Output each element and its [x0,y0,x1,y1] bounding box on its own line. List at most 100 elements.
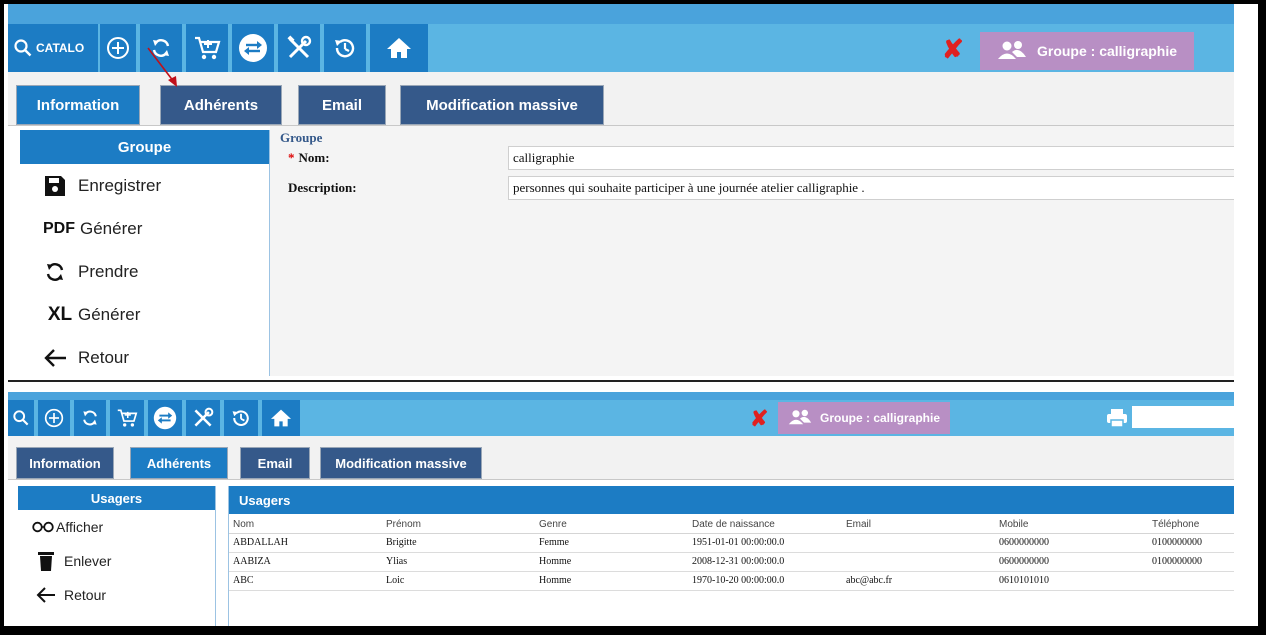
column-header-email[interactable]: Email [842,516,995,534]
table-row[interactable]: ABDALLAH Brigitte Femme 1951-01-01 00:00… [229,533,1234,553]
cell-prenom: Brigitte [382,533,535,553]
tab-adherents[interactable]: Adhérents [160,85,282,125]
sidebar-header: Usagers [18,486,215,510]
tab-adherents[interactable]: Adhérents [130,447,228,479]
annotation-arrow [147,47,177,87]
cell-mobile: 0600000000 [995,533,1148,553]
sidebar-item-enregistrer[interactable]: Enregistrer [20,164,269,207]
search-button[interactable] [8,400,36,436]
sidebar-item-label: Retour [78,347,130,367]
cell-telephone [1148,571,1234,591]
column-header-prenom[interactable]: Prénom [382,516,535,534]
back-arrow-icon [42,348,68,368]
catalog-search-button[interactable]: CATALO [8,24,100,72]
save-icon [42,174,68,198]
tab-information[interactable]: Information [16,85,140,125]
description-input[interactable]: personnes qui souhaite participer à une … [508,176,1234,200]
usagers-panel: Usagers Nom Prénom Genre Date de naissan… [228,486,1234,626]
tools-button[interactable] [278,24,322,72]
home-button[interactable] [262,400,302,436]
tools-button[interactable] [186,400,222,436]
back-arrow-icon [36,587,56,603]
sidebar-item-label: Générer [80,218,143,238]
close-group-icon[interactable]: ✘ [942,34,964,65]
refresh-button[interactable] [74,400,108,436]
cell-date-naissance: 1951-01-01 00:00:00.0 [688,533,842,553]
home-icon [270,408,292,428]
usagers-title: Usagers [229,486,1234,514]
sidebar-item-prendre[interactable]: Prendre [20,250,269,293]
history-icon [230,407,252,429]
sidebar-item-xl-generer[interactable]: XL Générer [20,293,269,336]
cell-email: abc@abc.fr [842,571,995,591]
sidebar-item-retour[interactable]: Retour [18,578,215,612]
close-group-icon[interactable]: ✘ [750,406,768,432]
users-icon [997,40,1027,63]
form-group-title: Groupe [280,130,323,145]
column-header-date-naissance[interactable]: Date de naissance [688,516,842,534]
toolbar: CATALO ✘ Groupe: calligraphie [8,24,1234,72]
column-header-nom[interactable]: Nom [229,516,382,534]
tab-email[interactable]: Email [240,447,310,479]
cell-date-naissance: 2008-12-31 00:00:00.0 [688,552,842,572]
separator-line [8,380,1234,382]
sidebar-item-enlever[interactable]: Enlever [18,544,215,578]
add-button[interactable] [38,400,72,436]
cart-button[interactable] [186,24,230,72]
cell-nom: ABDALLAH [229,533,382,553]
tab-modification-massive[interactable]: Modification massive [320,447,482,479]
cell-date-naissance: 1970-10-20 00:00:00.0 [688,571,842,591]
history-button[interactable] [324,24,368,72]
tab-information[interactable]: Information [16,447,114,479]
table-row[interactable]: ABC Loic Homme 1970-10-20 00:00:00.0 abc… [229,571,1234,591]
usagers-table: Nom Prénom Genre Date de naissance Email… [229,516,1234,591]
refresh-icon [80,408,100,428]
sidebar-header: Groupe [20,130,269,164]
sidebar-item-retour[interactable]: Retour [20,336,269,376]
group-badge: Groupe : calligraphie [980,32,1194,70]
tab-email[interactable]: Email [298,85,386,125]
swap-button[interactable] [232,24,276,72]
printer-icon[interactable] [1106,408,1128,433]
nom-label: * Nom: [288,150,330,165]
cell-nom: AABIZA [229,552,382,572]
group-badge: Groupe : calligraphie [778,402,950,434]
sidebar-item-pdf-generer[interactable]: PDF Générer [20,207,269,250]
column-header-genre[interactable]: Genre [535,516,688,534]
cart-icon [116,408,138,428]
excel-icon: XL [47,303,73,325]
history-button[interactable] [224,400,260,436]
cell-telephone: 0100000000 [1148,552,1234,572]
top-strip [8,392,1234,400]
sidebar-item-afficher[interactable]: Afficher [18,510,215,544]
cell-telephone: 0100000000 [1148,533,1234,553]
table-row[interactable]: AABIZA Ylias Homme 2008-12-31 00:00:00.0… [229,552,1234,572]
add-button[interactable] [100,24,138,72]
table-header-row: Nom Prénom Genre Date de naissance Email… [229,516,1234,534]
cell-genre: Homme [535,571,688,591]
group-badge-label: Groupe : calligraphie [1036,43,1178,59]
cart-button[interactable] [110,400,146,436]
sidebar-actions: Groupe Enregistrer PDF Générer Prendre X… [20,130,270,376]
add-circle-icon [106,36,130,60]
panel-adherents: ✘ Groupe : calligraphie Information Adhé… [8,392,1234,626]
form-area: Groupe * Nom: calligraphie Description: p… [270,126,1234,376]
nom-input[interactable]: calligraphie [508,146,1234,170]
sidebar-actions: Usagers Afficher Enlever Retour [18,486,216,626]
print-input[interactable] [1132,406,1234,428]
home-button[interactable] [370,24,430,72]
group-badge-label: Groupe : calligraphie [819,411,941,425]
trash-icon [36,551,56,571]
tab-modification-massive[interactable]: Modification massive [400,85,604,125]
swap-button[interactable] [148,400,184,436]
swap-icon [238,33,268,63]
tools-icon [192,407,214,429]
refresh-icon [42,260,68,284]
top-strip [8,4,1234,24]
column-header-mobile[interactable]: Mobile [995,516,1148,534]
sidebar-item-label: Enregistrer [78,175,162,195]
search-icon [14,39,32,57]
column-header-telephone[interactable]: Téléphone [1148,516,1234,534]
sidebar-item-label: Afficher [56,519,104,535]
sidebar-item-label: Enlever [64,553,112,569]
